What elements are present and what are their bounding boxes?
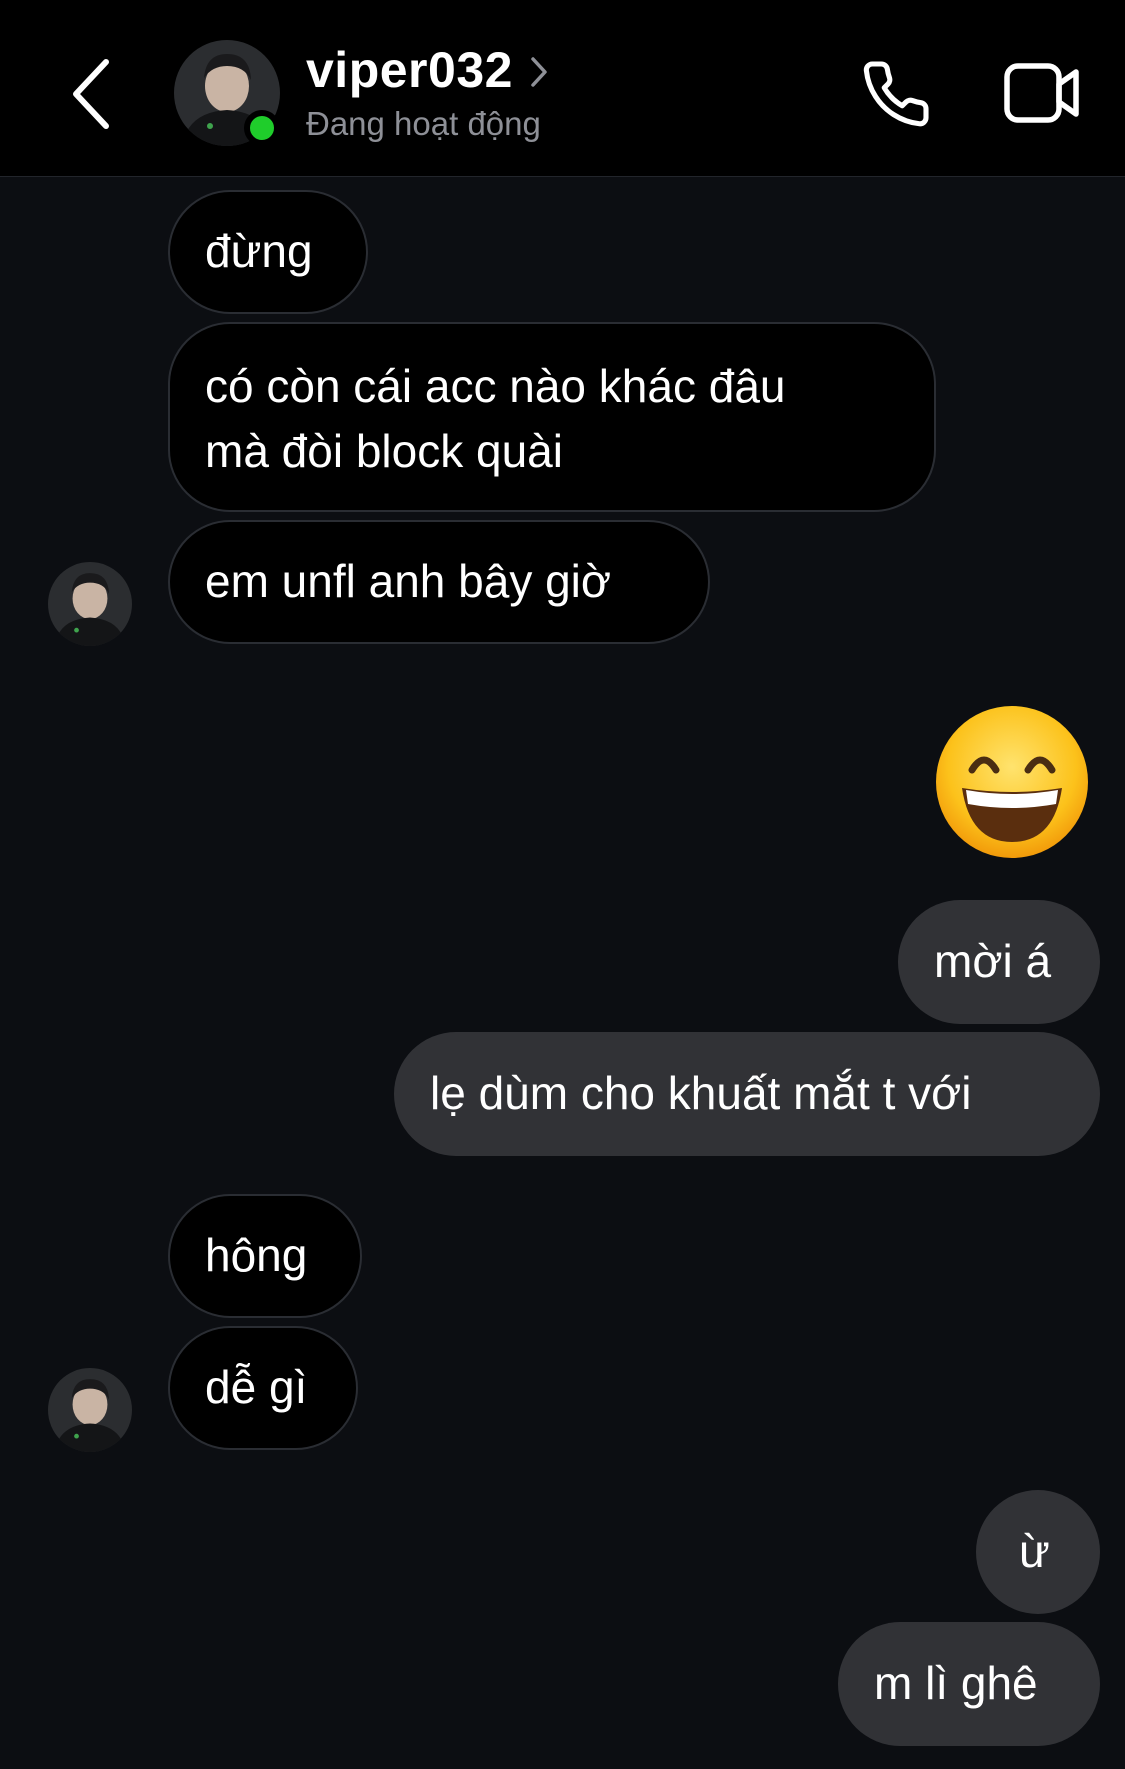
outgoing-message[interactable]: ừ	[976, 1490, 1100, 1614]
avatar[interactable]	[48, 1368, 132, 1452]
incoming-message[interactable]: hông	[168, 1194, 362, 1318]
message-text: dễ gì	[205, 1361, 308, 1413]
back-button[interactable]	[62, 56, 122, 132]
phone-icon	[863, 61, 929, 127]
message-text: lẹ dùm cho khuất mắt t với	[430, 1067, 972, 1119]
incoming-message[interactable]: em unfl anh bây giờ	[168, 520, 710, 644]
incoming-message[interactable]: dễ gì	[168, 1326, 358, 1450]
message-text-line-1: có còn cái acc nào khác đâu	[205, 360, 786, 412]
message-text: m lì ghê	[874, 1657, 1038, 1709]
outgoing-message[interactable]: m lì ghê	[838, 1622, 1100, 1746]
emoji-message[interactable]	[934, 704, 1090, 860]
outgoing-message[interactable]: mời á	[898, 900, 1100, 1024]
message-text: ừ	[1019, 1525, 1050, 1577]
incoming-message[interactable]: đừng	[168, 190, 368, 314]
message-text: đừng	[205, 225, 313, 277]
message-text: hông	[205, 1229, 308, 1281]
chevron-right-icon	[531, 57, 547, 87]
contact-name: viper032	[306, 42, 513, 98]
contact-info[interactable]: viper032 Đang hoạt động	[306, 40, 549, 146]
grinning-face-emoji-icon	[936, 706, 1088, 858]
message-text: em unfl anh bây giờ	[205, 555, 612, 607]
chat-header: viper032 Đang hoạt động	[0, 0, 1125, 177]
video-camera-icon	[1004, 63, 1079, 123]
voice-call-button[interactable]	[860, 58, 932, 130]
outgoing-message[interactable]: lẹ dùm cho khuất mắt t với	[394, 1032, 1100, 1156]
incoming-message[interactable]: có còn cái acc nào khác đâu mà đòi block…	[168, 322, 936, 512]
video-call-button[interactable]	[1002, 60, 1082, 126]
chevron-left-icon	[73, 59, 109, 129]
online-status-indicator	[244, 110, 280, 146]
avatar[interactable]	[48, 562, 132, 646]
message-text-line-2: mà đòi block quài	[205, 425, 563, 477]
contact-avatar[interactable]	[174, 40, 282, 148]
activity-status: Đang hoạt động	[306, 105, 541, 142]
message-text: mời á	[934, 935, 1052, 987]
